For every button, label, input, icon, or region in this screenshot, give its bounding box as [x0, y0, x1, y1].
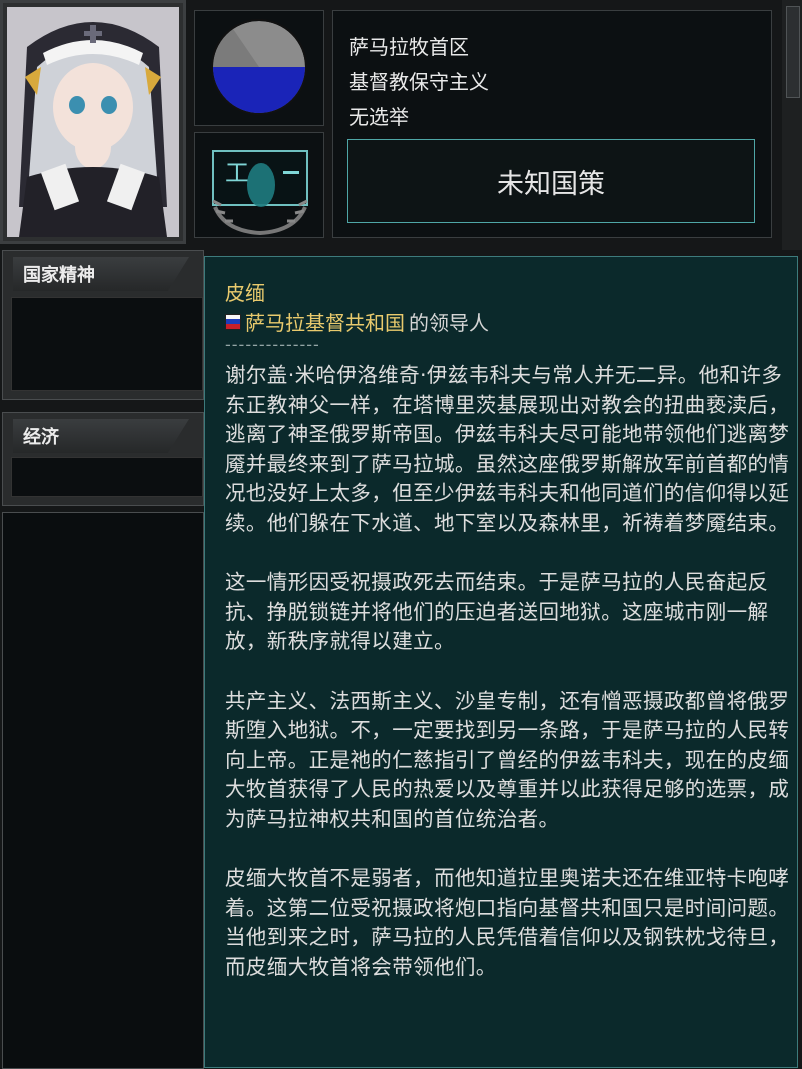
country-info-panel: 萨马拉牧首区 基督教保守主义 无选举 未知国策	[332, 10, 772, 238]
party-emblem-panel[interactable]: 工	[194, 132, 324, 238]
elections-status: 无选举	[349, 105, 409, 129]
tooltip-paragraph-4: 皮缅大牧首不是弱者，而他知道拉里奥诺夫还在维亚特卡咆哮着。这第二位受祝摄政将炮口…	[225, 866, 790, 979]
economy-body	[11, 457, 203, 497]
leader-portrait[interactable]	[7, 7, 179, 237]
tooltip-separator: --------------	[225, 335, 320, 354]
national-spirit-list	[11, 297, 203, 391]
country-flag-icon	[225, 313, 241, 330]
tooltip-country-name: 萨马拉基督共和国	[245, 311, 405, 335]
national-spirit-header: 国家精神	[13, 257, 189, 291]
tooltip-leader-name: 皮缅	[225, 281, 265, 305]
tooltip-paragraph-2: 这一情形因受祝摄政死去而结束。于是萨马拉的人民奋起反抗、挣脱锁链并将他们的压迫者…	[225, 570, 769, 654]
economy-header: 经济	[13, 419, 189, 453]
tooltip-leader-role: 萨马拉基督共和国 的领导人	[225, 307, 489, 336]
ruling-ideology: 基督教保守主义	[349, 70, 489, 94]
leader-portrait-frame[interactable]	[0, 0, 186, 244]
tooltip-description: 谢尔盖·米哈伊洛维奇·伊兹韦科夫与常人并无二异。他和许多东正教神父一样，在塔博里…	[225, 361, 791, 1012]
side-tab-handle[interactable]	[786, 6, 800, 98]
party-emblem-icon: 工	[212, 150, 308, 236]
lower-content-panel	[2, 512, 204, 1069]
tooltip-role-suffix: 的领导人	[409, 311, 489, 335]
state-name: 萨马拉牧首区	[349, 35, 469, 59]
economy-panel: 经济	[2, 412, 204, 506]
popularity-pie-panel[interactable]	[194, 10, 324, 126]
pie-blue-segment	[213, 67, 305, 113]
tooltip-paragraph-3: 共产主义、法西斯主义、沙皇专制，还有憎恶摄政都曾将俄罗斯堕入地狱。不，一定要找到…	[225, 688, 790, 831]
right-edge-strip	[782, 0, 802, 250]
leader-tooltip: 皮缅 萨马拉基督共和国 的领导人 -------------- 谢尔盖·米哈伊洛维…	[204, 256, 798, 1068]
svg-text:工: 工	[225, 159, 249, 187]
national-spirit-panel: 国家精神	[2, 250, 204, 400]
popularity-pie-chart[interactable]	[211, 19, 307, 115]
national-focus-button[interactable]: 未知国策	[347, 139, 755, 223]
tooltip-paragraph-1: 谢尔盖·米哈伊洛维奇·伊兹韦科夫与常人并无二异。他和许多东正教神父一样，在塔博里…	[225, 363, 790, 535]
